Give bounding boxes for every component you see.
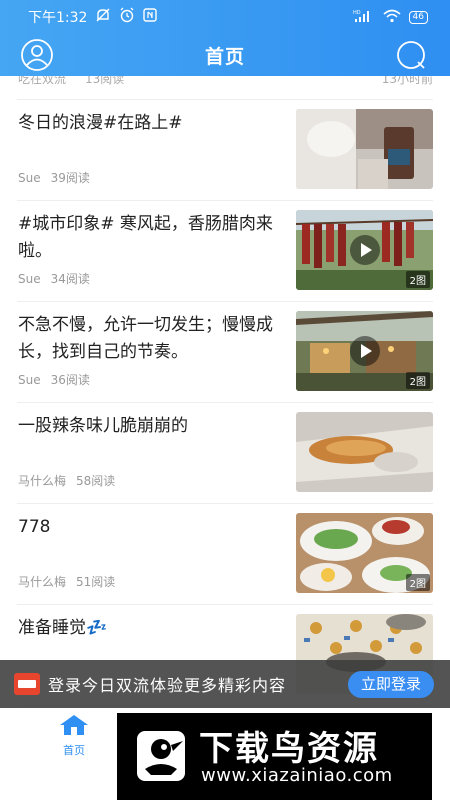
user-profile-button[interactable]: [18, 38, 56, 72]
watermark-title: 下载鸟资源: [199, 729, 379, 769]
item-meta: 马什么梅 58阅读: [18, 472, 115, 489]
list-item[interactable]: 吃在双流 13阅读 13小时前: [17, 76, 433, 100]
list-item[interactable]: #城市印象# 寒风起，香肠腊肉来啦。 Sue 34阅读 2图: [17, 201, 433, 302]
item-title: 778: [18, 517, 51, 537]
item-reads: 13阅读: [85, 76, 125, 86]
item-meta: 马什么梅 51阅读: [18, 573, 115, 590]
app-header: 下午1:32 HD 46 首页: [0, 0, 450, 76]
alarm-icon: [119, 7, 135, 27]
item-thumbnail[interactable]: [296, 412, 433, 492]
nfc-icon: [143, 8, 158, 26]
page-title: 首页: [204, 45, 245, 68]
list-item[interactable]: 778 马什么梅 51阅读 2图: [17, 504, 433, 605]
item-meta: Sue 36阅读: [18, 371, 90, 388]
item-thumbnail[interactable]: [296, 109, 433, 189]
item-thumbnail[interactable]: 2图: [296, 513, 433, 593]
item-reads: 39阅读: [50, 171, 90, 185]
item-reads: 58阅读: [76, 474, 116, 488]
signal-icon: HD: [353, 9, 375, 26]
item-title: 不急不慢，允许一切发生；慢慢成长，找到自己的节奏。: [18, 315, 273, 362]
list-item[interactable]: 不急不慢，允许一切发生；慢慢成长，找到自己的节奏。 Sue 36阅读 2图: [17, 302, 433, 403]
item-thumbnail[interactable]: 2图: [296, 311, 433, 391]
item-meta: Sue 34阅读: [18, 270, 90, 287]
item-reads: 34阅读: [50, 272, 90, 286]
item-author: 马什么梅: [18, 575, 67, 589]
login-button[interactable]: 立即登录: [348, 671, 434, 698]
list-item[interactable]: 一股辣条味儿脆崩崩的 马什么梅 58阅读: [17, 403, 433, 504]
item-thumbnail[interactable]: 2图: [296, 210, 433, 290]
item-author: 马什么梅: [18, 474, 67, 488]
item-title: #城市印象# 寒风起，香肠腊肉来啦。: [18, 214, 273, 261]
item-meta: Sue 39阅读: [18, 169, 90, 186]
list-item[interactable]: 冬日的浪漫#在路上# Sue 39阅读: [17, 100, 433, 201]
home-icon: [60, 715, 88, 735]
item-time: 13小时前: [381, 76, 433, 86]
app-logo-icon: [14, 673, 40, 695]
search-button[interactable]: [394, 38, 428, 72]
play-icon: [349, 336, 380, 366]
news-feed[interactable]: 吃在双流 13阅读 13小时前 冬日的浪漫#在路上# Sue 39阅读 #城市印象…: [0, 76, 450, 706]
item-reads: 51阅读: [76, 575, 116, 589]
svg-text:HD: HD: [353, 10, 361, 16]
battery-indicator: 46: [408, 10, 428, 24]
tab-home-label: 首页: [63, 744, 85, 757]
status-time: 下午1:32: [28, 10, 88, 26]
image-count-badge: 2图: [405, 574, 430, 591]
play-icon: [349, 235, 380, 265]
item-source: 吃在双流: [18, 76, 67, 86]
mute-icon: [95, 8, 111, 26]
item-title: 冬日的浪漫#在路上#: [18, 113, 183, 133]
item-author: Sue: [18, 373, 41, 387]
watermark-overlay: 下载鸟资源 www.xiazainiao.com: [117, 713, 432, 800]
search-icon: [397, 41, 425, 69]
item-title: 准备睡觉💤: [18, 618, 108, 638]
banner-text: 登录今日双流体验更多精彩内容: [48, 676, 287, 695]
wifi-icon: [383, 9, 401, 26]
image-count-badge: 2图: [405, 372, 430, 389]
user-icon: [21, 39, 53, 71]
tab-home[interactable]: 首页: [52, 714, 96, 758]
bird-logo-icon: [131, 725, 191, 787]
status-bar: 下午1:32 HD 46: [0, 0, 450, 34]
item-reads: 36阅读: [50, 373, 90, 387]
item-author: Sue: [18, 272, 41, 286]
watermark-url: www.xiazainiao.com: [201, 765, 393, 786]
item-author: Sue: [18, 171, 41, 185]
item-title: 一股辣条味儿脆崩崩的: [18, 416, 188, 436]
login-prompt-banner: 登录今日双流体验更多精彩内容 立即登录: [0, 660, 450, 708]
image-count-badge: 2图: [405, 271, 430, 288]
